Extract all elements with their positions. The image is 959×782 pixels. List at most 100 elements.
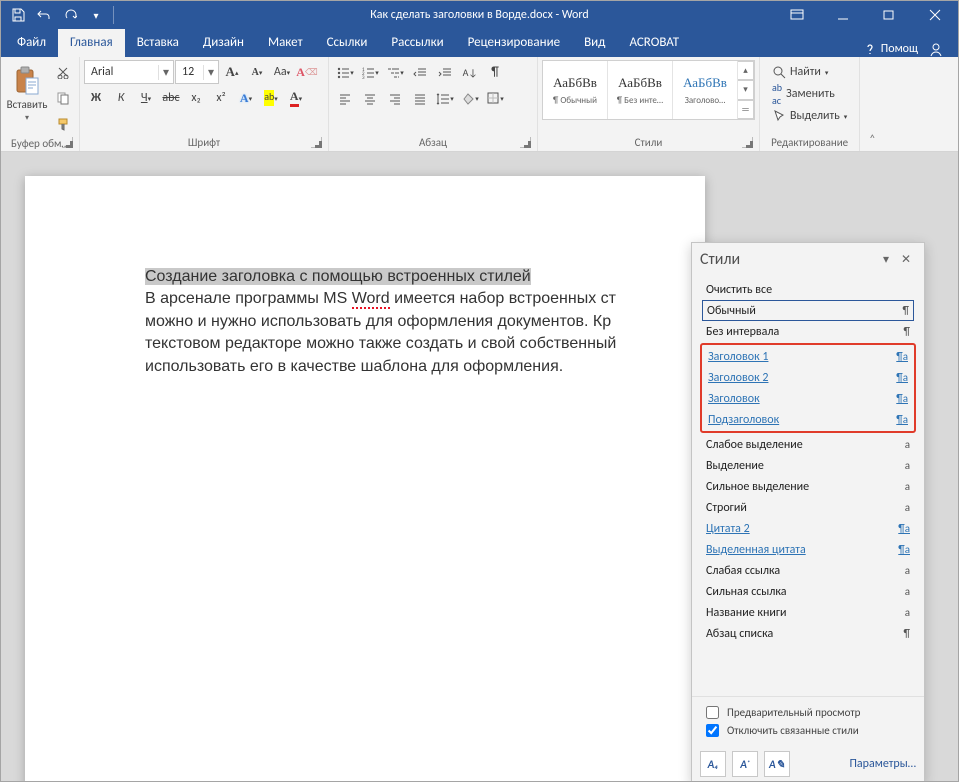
tab-mailings[interactable]: Рассылки bbox=[379, 29, 455, 57]
font-color-icon[interactable]: A▾ bbox=[284, 86, 308, 110]
tab-home[interactable]: Главная bbox=[58, 29, 125, 57]
style-item[interactable]: Заголовок¶a bbox=[704, 388, 912, 409]
shrink-font-icon[interactable]: A▾ bbox=[245, 60, 269, 84]
panel-params-link[interactable]: Параметры… bbox=[849, 757, 916, 771]
tab-insert[interactable]: Вставка bbox=[125, 29, 191, 57]
gallery-up-icon[interactable]: ▴ bbox=[738, 61, 754, 80]
strike-button[interactable]: abc bbox=[159, 86, 183, 110]
font-name-combo[interactable]: Arial▾ bbox=[84, 60, 174, 84]
doc-text[interactable]: можно и нужно использовать для оформлени… bbox=[145, 313, 611, 330]
indent-inc-icon[interactable] bbox=[433, 60, 457, 84]
ribbon-display-icon[interactable] bbox=[774, 1, 820, 29]
style-item[interactable]: Заголовок 1¶a bbox=[704, 346, 912, 367]
style-item[interactable]: Выделенная цитата¶a bbox=[702, 539, 914, 560]
gallery-down-icon[interactable]: ▾ bbox=[738, 80, 754, 99]
tab-references[interactable]: Ссылки bbox=[315, 29, 380, 57]
tab-design[interactable]: Дизайн bbox=[191, 29, 256, 57]
paragraph-dialog-icon[interactable] bbox=[520, 137, 531, 148]
superscript-button[interactable]: x² bbox=[209, 86, 233, 110]
style-item[interactable]: Строгийa bbox=[702, 497, 914, 518]
subscript-button[interactable]: x₂ bbox=[184, 86, 208, 110]
style-item[interactable]: Подзаголовок¶a bbox=[704, 409, 912, 430]
manage-styles-icon[interactable]: A✎ bbox=[764, 751, 790, 777]
highlight-icon[interactable]: ab▾ bbox=[259, 86, 283, 110]
font-size-combo[interactable]: 12▾ bbox=[175, 60, 219, 84]
undo-icon[interactable] bbox=[31, 2, 57, 28]
align-center-icon[interactable] bbox=[358, 86, 382, 110]
tab-review[interactable]: Рецензирование bbox=[456, 29, 572, 57]
multilevel-icon[interactable]: ▾ bbox=[383, 60, 407, 84]
style-item[interactable]: Слабое выделениеa bbox=[702, 434, 914, 455]
doc-text[interactable]: В арсенале программы MS Word имеется наб… bbox=[145, 290, 616, 309]
clear-format-icon[interactable]: A⌫ bbox=[295, 60, 319, 84]
styles-dialog-icon[interactable] bbox=[742, 137, 753, 148]
tell-me[interactable]: Помощ bbox=[863, 42, 918, 56]
tab-layout[interactable]: Макет bbox=[256, 29, 315, 57]
style-item[interactable]: Название книгиa bbox=[702, 602, 914, 623]
align-right-icon[interactable] bbox=[383, 86, 407, 110]
minimize-icon[interactable] bbox=[820, 1, 866, 29]
style-item[interactable]: Обычный¶ bbox=[702, 300, 914, 321]
style-item[interactable]: Сильная ссылкаa bbox=[702, 581, 914, 602]
bold-button[interactable]: Ж bbox=[84, 86, 108, 110]
select-button[interactable]: Выделить▾ bbox=[768, 106, 851, 126]
tab-view[interactable]: Вид bbox=[572, 29, 617, 57]
save-icon[interactable] bbox=[5, 2, 31, 28]
pilcrow-icon[interactable]: ¶ bbox=[483, 60, 507, 84]
find-button[interactable]: Найти▾ bbox=[768, 62, 851, 82]
change-case-icon[interactable]: Aa▾ bbox=[270, 60, 294, 84]
indent-dec-icon[interactable] bbox=[408, 60, 432, 84]
style-item[interactable]: Абзац списка¶ bbox=[702, 623, 914, 644]
style-item[interactable]: Сильное выделениеa bbox=[702, 476, 914, 497]
style-item[interactable]: Цитата 2¶a bbox=[702, 518, 914, 539]
style-heading1[interactable]: АаБбВвЗаголово… bbox=[673, 61, 738, 119]
close-icon[interactable] bbox=[912, 1, 958, 29]
panel-close-icon[interactable]: ✕ bbox=[896, 249, 916, 269]
style-clear-all[interactable]: Очистить все bbox=[702, 279, 914, 300]
format-painter-icon[interactable] bbox=[51, 112, 75, 136]
new-style-icon[interactable]: A₄ bbox=[700, 751, 726, 777]
doc-text[interactable]: использовать его в качестве шаблона для … bbox=[145, 358, 563, 375]
borders-icon[interactable]: ▾ bbox=[483, 86, 507, 110]
style-no-spacing[interactable]: АаБбВв¶ Без инте… bbox=[608, 61, 673, 119]
line-spacing-icon[interactable]: ▾ bbox=[433, 86, 457, 110]
underline-button[interactable]: Ч▾ bbox=[134, 86, 158, 110]
style-item[interactable]: Выделениеa bbox=[702, 455, 914, 476]
font-dialog-icon[interactable] bbox=[311, 137, 322, 148]
doc-text[interactable]: текстовом редакторе можно также создать … bbox=[145, 335, 616, 352]
style-inspector-icon[interactable]: A⁺ bbox=[732, 751, 758, 777]
collapse-ribbon-icon[interactable]: ˄ bbox=[860, 57, 884, 151]
document-area: Создание заголовка с помощью встроенных … bbox=[1, 152, 958, 781]
copy-icon[interactable] bbox=[51, 86, 75, 110]
paste-button[interactable]: Вставить ▾ bbox=[5, 60, 49, 128]
text-effects-icon[interactable]: A▾ bbox=[234, 86, 258, 110]
style-item[interactable]: Заголовок 2¶a bbox=[704, 367, 912, 388]
style-item[interactable]: Без интервала¶ bbox=[702, 321, 914, 342]
shading-icon[interactable]: ▾ bbox=[458, 86, 482, 110]
bullets-icon[interactable]: ▾ bbox=[333, 60, 357, 84]
page[interactable]: Создание заголовка с помощью встроенных … bbox=[25, 176, 705, 781]
replace-button[interactable]: abacЗаменить bbox=[768, 84, 851, 104]
styles-gallery[interactable]: АаБбВв¶ Обычный АаБбВв¶ Без инте… АаБбВв… bbox=[542, 60, 755, 120]
tab-acrobat[interactable]: ACROBAT bbox=[617, 29, 691, 57]
align-left-icon[interactable] bbox=[333, 86, 357, 110]
qat-customize-icon[interactable]: ▾ bbox=[83, 2, 109, 28]
panel-menu-icon[interactable]: ▾ bbox=[876, 249, 896, 269]
disable-linked-checkbox[interactable]: Отключить связанные стили bbox=[702, 721, 914, 739]
cut-icon[interactable] bbox=[51, 60, 75, 84]
grow-font-icon[interactable]: A▴ bbox=[220, 60, 244, 84]
numbering-icon[interactable]: 123▾ bbox=[358, 60, 382, 84]
account-icon[interactable] bbox=[928, 41, 944, 57]
gallery-more-icon[interactable]: ＝ bbox=[738, 100, 754, 119]
style-item[interactable]: Слабая ссылкаa bbox=[702, 560, 914, 581]
sort-icon[interactable]: A↓ bbox=[458, 60, 482, 84]
clipboard-dialog-icon[interactable] bbox=[62, 137, 73, 148]
doc-heading[interactable]: Создание заголовка с помощью встроенных … bbox=[145, 268, 531, 285]
italic-button[interactable]: К bbox=[109, 86, 133, 110]
align-justify-icon[interactable] bbox=[408, 86, 432, 110]
redo-icon[interactable] bbox=[57, 2, 83, 28]
style-normal[interactable]: АаБбВв¶ Обычный bbox=[543, 61, 608, 119]
tab-file[interactable]: Файл bbox=[5, 29, 58, 57]
maximize-icon[interactable] bbox=[866, 1, 912, 29]
preview-checkbox[interactable]: Предварительный просмотр bbox=[702, 703, 914, 721]
